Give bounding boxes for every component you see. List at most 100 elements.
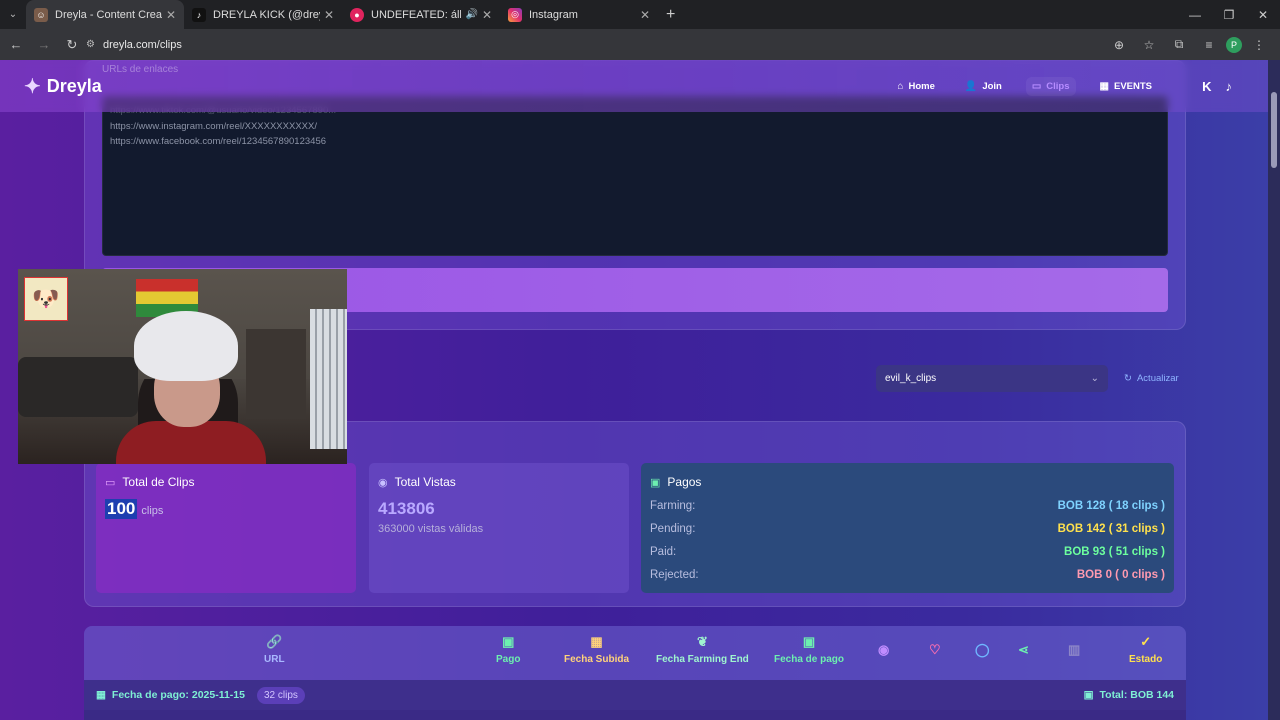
refresh-icon: ↻	[1124, 373, 1132, 384]
payment-value: BOB 0 ( 0 clips )	[1076, 568, 1165, 581]
column-fecha-farming-end[interactable]: ❦ Fecha Farming End	[656, 634, 749, 665]
payment-row: Pending: BOB 142 ( 31 clips )	[650, 517, 1165, 540]
back-arrow-icon[interactable]: ←	[4, 33, 28, 57]
instagram-favicon-icon: ◎	[508, 7, 522, 22]
dog-sticker-icon: 🐶	[24, 277, 68, 321]
eye-icon: ◉	[378, 476, 388, 489]
close-tab-icon[interactable]: ✕	[166, 8, 176, 22]
account-select[interactable]: evil_k_clips ⌄	[876, 365, 1108, 392]
close-window-icon[interactable]: ✕	[1246, 0, 1280, 29]
wallet-icon: ▣	[650, 476, 661, 489]
refresh-button[interactable]: ↻ Actualizar	[1124, 365, 1179, 392]
browser-tab-instagram[interactable]: ◎ Instagram ✕	[500, 0, 658, 29]
minimize-icon[interactable]: —	[1178, 0, 1212, 29]
stat-title: Total Vistas	[394, 475, 456, 489]
restore-icon[interactable]: ❐	[1212, 0, 1246, 29]
dreyla-favicon-icon: ☺	[34, 7, 48, 22]
column-views[interactable]: ◉	[878, 642, 889, 658]
column-label: Estado	[1129, 654, 1163, 665]
profile-avatar[interactable]: P	[1226, 36, 1242, 53]
sprout-icon: ❦	[696, 634, 708, 649]
column-label: Fecha de pago	[774, 654, 845, 665]
link-icon: 🔗	[266, 634, 283, 649]
column-likes[interactable]: ♡	[929, 642, 941, 658]
textarea-line: https://www.instagram.com/reel/XXXXXXXXX…	[110, 120, 317, 132]
group-count-badge: 32 clips	[256, 686, 305, 704]
forward-arrow-icon[interactable]: →	[32, 33, 56, 57]
total-clips-unit: clips	[141, 505, 164, 517]
nav-clips[interactable]: ▭ Clips	[1025, 76, 1076, 96]
column-fecha-de-pago[interactable]: ▣ Fecha de pago	[774, 634, 844, 665]
column-estado[interactable]: ✓ Estado	[1129, 634, 1162, 665]
nav-label: Home	[908, 80, 935, 92]
wallet-icon: ▣	[802, 634, 816, 649]
group-total: Total: BOB 144	[1099, 689, 1174, 701]
column-label: Fecha Farming End	[656, 654, 749, 665]
browser-tab-dreyla[interactable]: ☺ Dreyla - Content Creator & Stre ✕	[26, 0, 184, 29]
stat-title: Pagos	[667, 475, 702, 489]
wallet-icon: ▣	[1083, 689, 1094, 701]
nav-label: Join	[982, 80, 1002, 92]
user-plus-icon: 👤	[964, 80, 978, 92]
nav-label: EVENTS	[1113, 80, 1152, 92]
extensions-icon[interactable]: ⧉	[1166, 32, 1192, 58]
browser-toolbar-right: ⊕ ☆ ⧉ ≡ P ⋮	[1106, 29, 1272, 60]
group-label: Fecha de pago: 2025-11-15	[111, 689, 245, 701]
site-header: URLs de enlaces ✦ Dreyla ⌂ Home 👤 Join ▭…	[0, 60, 1268, 112]
webcam-window	[310, 309, 347, 449]
column-shares[interactable]: ⋖	[1018, 642, 1029, 658]
clip-urls-textarea[interactable]: https://www.tiktok.com/@usuario/video/12…	[102, 96, 1168, 256]
new-tab-button[interactable]: +	[658, 6, 683, 24]
close-tab-icon[interactable]: ✕	[324, 8, 334, 22]
browser-address-bar: ← → ↻ ⚙ dreyla.com/clips ⊕ ☆ ⧉ ≡ P ⋮	[0, 29, 1280, 60]
tab-search-button[interactable]: ⌄	[0, 0, 26, 29]
column-fecha-subida[interactable]: ▦ Fecha Subida	[564, 634, 629, 665]
nav-join[interactable]: 👤 Join	[959, 77, 1008, 96]
refresh-label: Actualizar	[1136, 373, 1179, 384]
calendar-icon: ▦	[590, 634, 603, 649]
comment-icon: ◯	[975, 642, 990, 657]
site-info-icon[interactable]: ⚙	[86, 39, 95, 50]
streamer-body	[116, 421, 266, 464]
nav-home[interactable]: ⌂ Home	[891, 77, 940, 96]
payments-list: Farming: BOB 128 ( 18 clips ) Pending: BOB …	[650, 494, 1165, 586]
check-circle-icon: ✓	[1140, 634, 1152, 649]
heart-icon: ♡	[929, 642, 941, 657]
total-views-card: ◉ Total Vistas 413806 363000 vistas váli…	[369, 463, 629, 593]
kick-icon[interactable]: K	[1202, 79, 1211, 94]
tab-title: Instagram	[529, 8, 578, 21]
audio-playing-icon[interactable]: 🔊	[465, 9, 477, 20]
webcam-streamer	[116, 311, 266, 464]
payment-row: Paid: BOB 93 ( 51 clips )	[650, 540, 1165, 563]
bookmark-star-icon[interactable]: ☆	[1136, 32, 1162, 58]
streamer-hat	[134, 311, 238, 381]
chevron-down-icon: ⌄	[1090, 373, 1099, 384]
media-controls-icon[interactable]: ≡	[1196, 32, 1222, 58]
home-icon: ⌂	[897, 80, 904, 92]
close-tab-icon[interactable]: ✕	[482, 8, 492, 22]
nav-label: Clips	[1046, 80, 1070, 92]
column-label: Pago	[496, 654, 521, 665]
tiktok-icon[interactable]: ♪	[1226, 79, 1233, 94]
url-text: dreyla.com/clips	[102, 38, 182, 51]
column-stats[interactable]: ▥	[1068, 642, 1080, 658]
brand-name: Dreyla	[46, 75, 102, 96]
payment-label: Farming:	[650, 499, 696, 512]
zoom-icon[interactable]: ⊕	[1106, 32, 1132, 58]
brand-logo[interactable]: ✦ Dreyla	[24, 74, 102, 99]
payment-date-group-row[interactable]: ▦ Fecha de pago: 2025-11-15 32 clips ▣ T…	[84, 680, 1186, 710]
close-tab-icon[interactable]: ✕	[640, 8, 650, 22]
payments-card: ▣ Pagos Farming: BOB 128 ( 18 clips ) Pend…	[641, 463, 1174, 593]
window-controls: — ❐ ✕	[1178, 0, 1280, 29]
browser-tab-undefeated[interactable]: ● UNDEFEATED: álbum de XG 🔊 ✕	[342, 0, 500, 29]
column-url[interactable]: 🔗 URL	[264, 634, 285, 665]
page-scrollbar-thumb[interactable]	[1271, 92, 1277, 168]
nav-events[interactable]: ▦ EVENTS	[1094, 77, 1158, 96]
browser-menu-icon[interactable]: ⋮	[1246, 32, 1272, 58]
browser-tab-kick[interactable]: ♪ DREYLA KICK (@dreyla.kick) | Ti ✕	[184, 0, 342, 29]
payment-value: BOB 93 ( 51 clips )	[1064, 545, 1165, 558]
url-field[interactable]: ⚙ dreyla.com/clips	[78, 33, 1168, 56]
payment-row: Rejected: BOB 0 ( 0 clips )	[650, 563, 1165, 586]
column-comments[interactable]: ◯	[975, 642, 990, 658]
column-pago[interactable]: ▣ Pago	[496, 634, 520, 665]
